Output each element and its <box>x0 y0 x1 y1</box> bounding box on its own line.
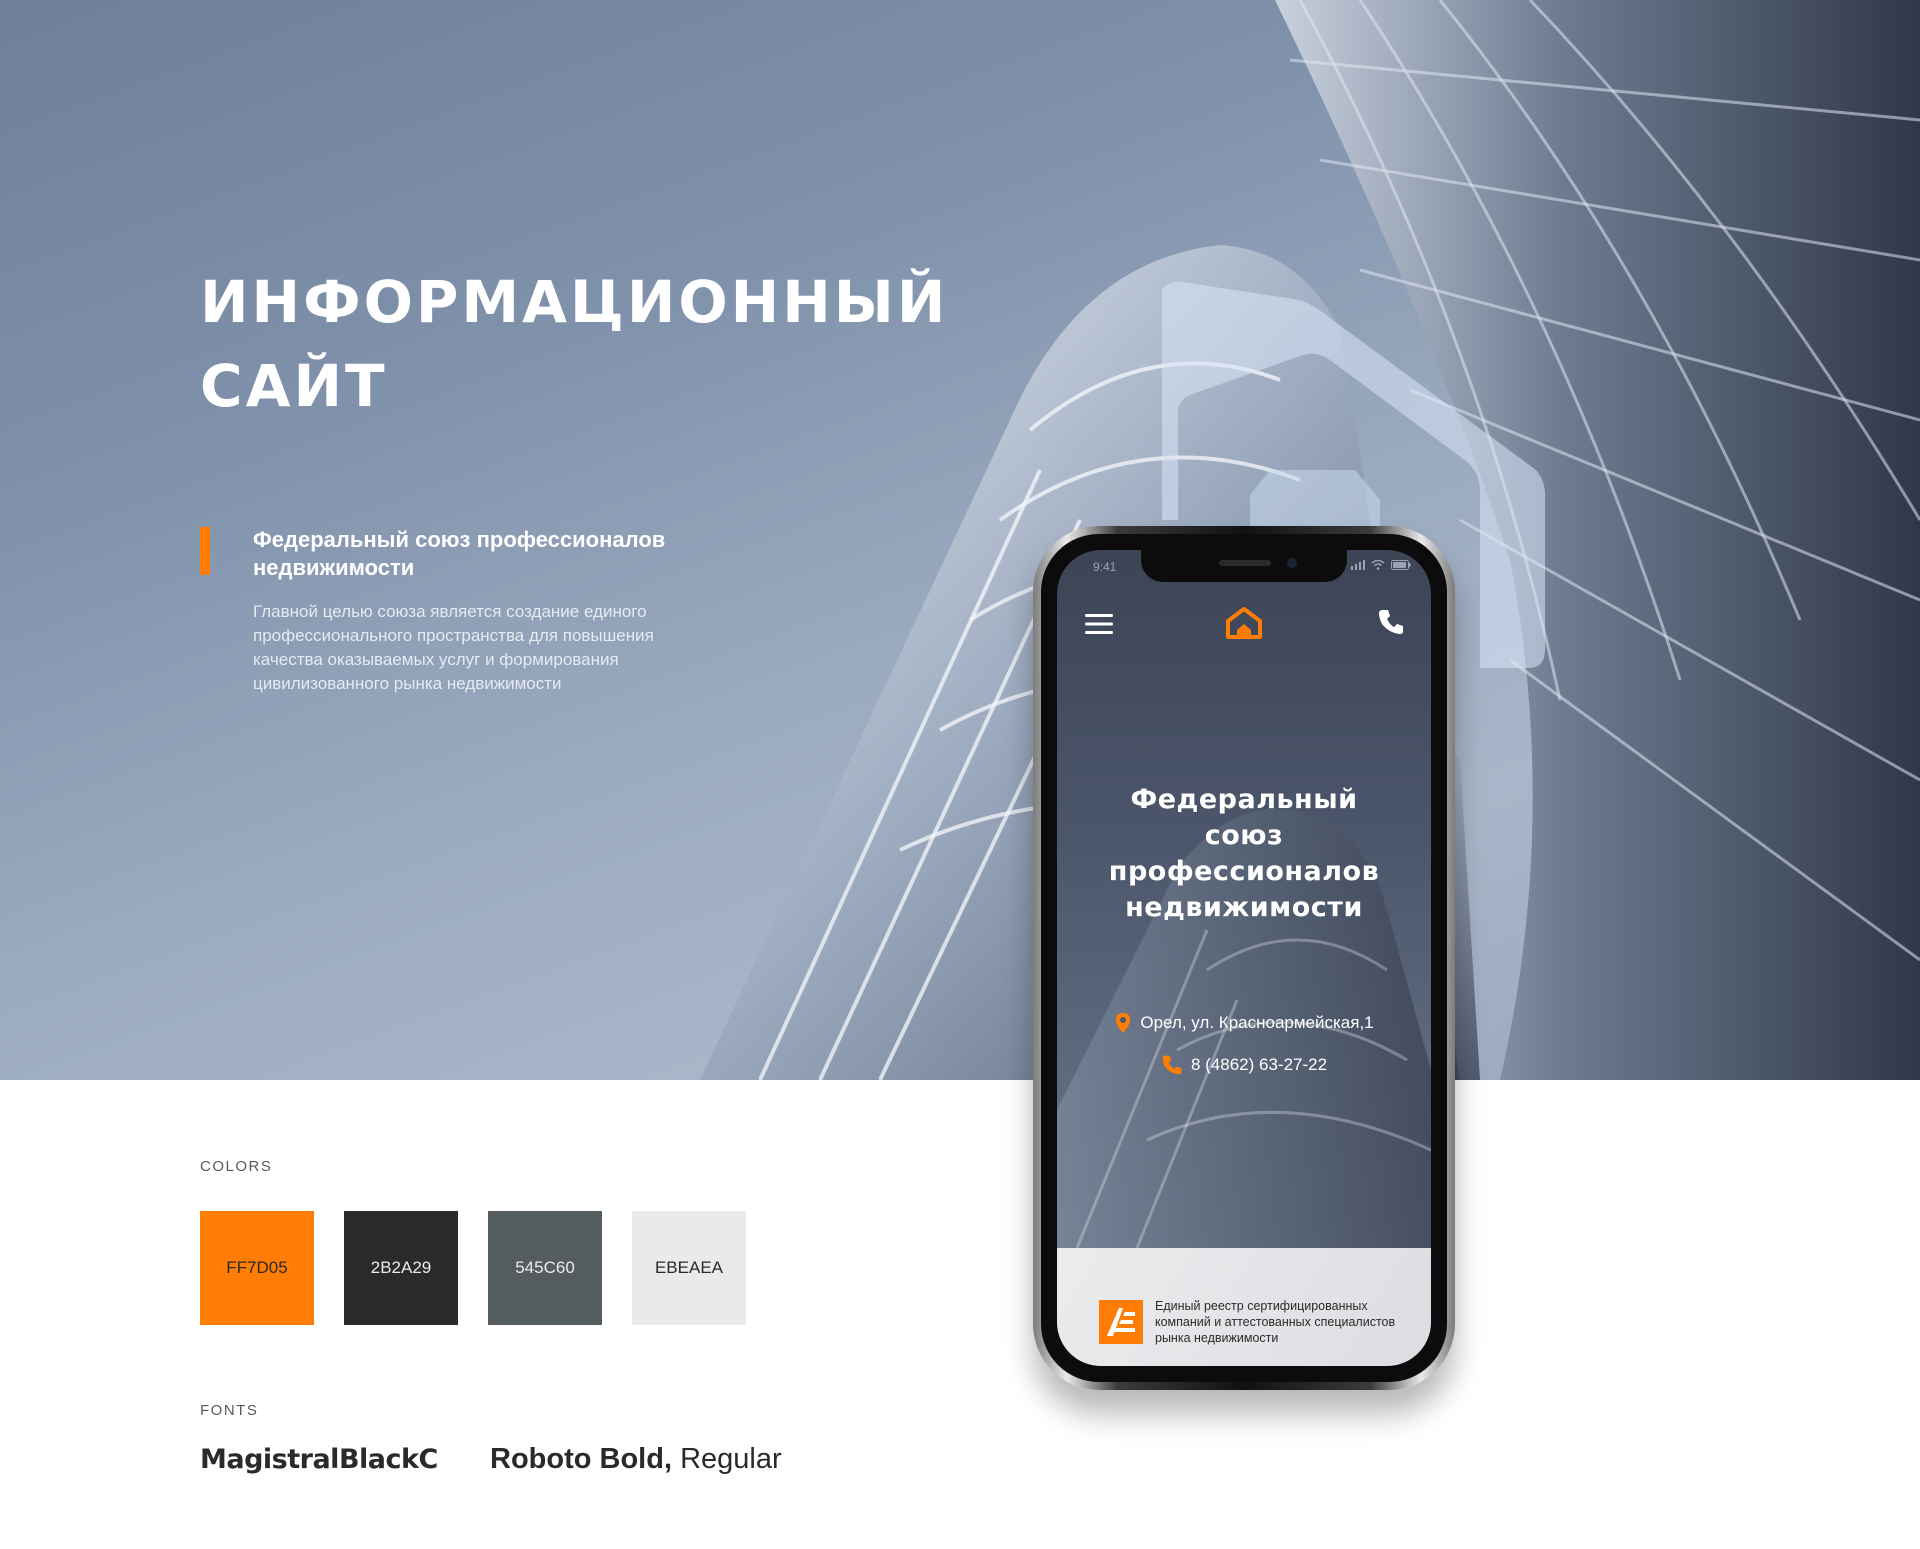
mobile-title-line: профессионалов <box>1108 856 1380 887</box>
phone-notch <box>1141 550 1347 582</box>
swatch-label: 2B2A29 <box>370 1258 432 1277</box>
color-swatch-orange: FF7D05 <box>200 1211 314 1325</box>
status-icons <box>1351 560 1411 570</box>
hero-title-line1: ИНФОРМАЦИОННЫЙ <box>200 268 949 336</box>
camera <box>1287 558 1297 568</box>
color-swatch-dark: 2B2A29 <box>344 1211 458 1325</box>
hero-title: ИНФОРМАЦИОННЫЙ САЙТ <box>200 260 945 428</box>
home-logo-icon[interactable] <box>1225 606 1263 640</box>
phone-icon <box>1162 1055 1182 1075</box>
menu-icon[interactable] <box>1085 612 1113 636</box>
status-time: 9:41 <box>1093 560 1117 574</box>
mobile-title: Федеральный союз профессионалов недвижим… <box>1057 782 1431 926</box>
swatch-label: 545C60 <box>515 1258 575 1277</box>
mobile-phone[interactable]: 8 (4862) 63-27-22 <box>1057 1054 1431 1076</box>
phone-number-text[interactable]: 8 (4862) 63-27-22 <box>1191 1055 1327 1075</box>
color-swatch-gray: 545C60 <box>488 1211 602 1325</box>
accent-bar <box>200 527 210 575</box>
colors-label: COLORS <box>200 1158 273 1175</box>
font-sample-roboto-bold: Roboto Bold, <box>490 1443 673 1475</box>
registry-logo-icon <box>1099 1300 1143 1344</box>
phone-mockup: 9:41 Федеральный союз профессионалов нед… <box>1033 526 1455 1390</box>
wifi-icon <box>1371 560 1385 570</box>
mobile-footer-banner[interactable]: Единый реестр сертифицированных компаний… <box>1057 1248 1431 1366</box>
battery-icon <box>1391 560 1411 570</box>
mobile-title-line: недвижимости <box>1125 892 1363 923</box>
hero-description: Главной целью союза является создание ед… <box>253 602 654 693</box>
location-pin-icon <box>1116 1013 1131 1033</box>
color-swatch-light: EBEAEA <box>632 1211 746 1325</box>
hero-subtitle: Федеральный союз профессионалов недвижим… <box>253 527 666 580</box>
phone-screen: 9:41 Федеральный союз профессионалов нед… <box>1057 550 1431 1366</box>
mobile-title-line: союз <box>1204 820 1284 851</box>
swatch-label: EBEAEA <box>654 1258 724 1277</box>
hero-title-line2: САЙТ <box>200 352 388 420</box>
mobile-title-line: Федеральный <box>1130 784 1358 815</box>
mobile-header <box>1057 600 1431 650</box>
speaker <box>1219 560 1271 566</box>
screen-building-background <box>1057 808 1431 1249</box>
signal-icon <box>1351 560 1365 570</box>
swatch-label: FF7D05 <box>226 1258 288 1277</box>
fonts-label: FONTS <box>200 1402 259 1419</box>
phone-icon[interactable] <box>1377 608 1405 636</box>
font-sample-magistral: MagistralBlackC <box>200 1444 438 1475</box>
registry-text: Единый реестр сертифицированных компаний… <box>1155 1299 1396 1345</box>
hero-section: ИНФОРМАЦИОННЫЙ САЙТ Федеральный союз про… <box>0 0 1920 1080</box>
font-sample-roboto-regular: Regular <box>672 1443 782 1475</box>
address-text: Орел, ул. Красноармейская,1 <box>1140 1013 1374 1032</box>
font-sample-roboto: Roboto Bold, Regular <box>490 1443 782 1476</box>
mobile-address: Орел, ул. Красноармейская,1 <box>1057 1012 1431 1034</box>
